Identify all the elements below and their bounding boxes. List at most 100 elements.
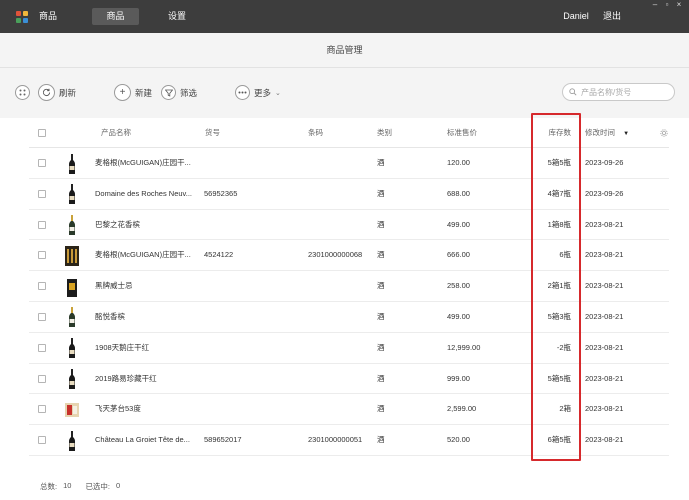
column-settings-icon[interactable] bbox=[660, 118, 668, 148]
filter-label: 筛选 bbox=[180, 87, 198, 98]
cell-price: 999.00 bbox=[447, 373, 470, 383]
cell-modified: 2023-08-21 bbox=[585, 404, 624, 414]
cell-stock: 6瓶 bbox=[559, 250, 571, 260]
cell-sku bbox=[204, 210, 299, 241]
logout-link[interactable]: 退出 bbox=[600, 8, 624, 25]
minimize-icon[interactable]: – bbox=[649, 0, 661, 10]
header-stock[interactable]: 库存数 bbox=[529, 118, 572, 148]
cell-sku bbox=[204, 333, 299, 364]
more-icon bbox=[235, 85, 250, 100]
refresh-button[interactable]: 刷新 bbox=[38, 83, 76, 102]
header-name[interactable]: 产品名称 bbox=[101, 118, 131, 148]
total-count: 10 bbox=[63, 481, 72, 490]
table-row[interactable]: 巴黎之花香槟 酒 499.00 1箱8瓶 2023-08-21 bbox=[29, 210, 669, 241]
table-row[interactable]: 1908天鹅庄干红 酒 12,999.00 -2瓶 2023-08-21 bbox=[29, 333, 669, 364]
header-modified[interactable]: 修改时间 ▼ bbox=[585, 118, 629, 148]
grid-icon bbox=[15, 85, 30, 100]
more-button[interactable]: 更多 ⌄ bbox=[235, 83, 281, 102]
product-thumbnail bbox=[65, 430, 79, 451]
row-checkbox[interactable] bbox=[38, 374, 46, 383]
filter-button[interactable]: 筛选 bbox=[161, 83, 197, 102]
cell-name: 2019路易珍藏干红 bbox=[95, 373, 157, 383]
cell-category: 酒 bbox=[377, 281, 385, 291]
cell-barcode: 2301000000068 bbox=[308, 250, 363, 260]
cell-sku: 4524122 bbox=[204, 250, 234, 260]
cell-category: 酒 bbox=[377, 435, 385, 445]
cell-category: 酒 bbox=[377, 158, 385, 167]
table-row[interactable]: Domaine des Roches Neuv... 56952365 酒 688.0… bbox=[29, 179, 669, 210]
row-checkbox[interactable] bbox=[38, 343, 46, 352]
cell-sku bbox=[204, 271, 299, 302]
cell-modified: 2023-08-21 bbox=[585, 435, 624, 445]
cell-barcode bbox=[308, 271, 372, 302]
cell-barcode bbox=[308, 148, 372, 179]
search-box[interactable] bbox=[562, 83, 675, 101]
product-thumbnail bbox=[65, 338, 79, 359]
cell-barcode: 2301000000051 bbox=[308, 435, 363, 445]
header-sku[interactable]: 货号 bbox=[205, 118, 220, 148]
new-button[interactable]: + 新建 bbox=[114, 83, 152, 102]
cell-stock: 6箱5瓶 bbox=[547, 435, 571, 445]
row-checkbox[interactable] bbox=[38, 220, 46, 229]
table-row[interactable]: 麦格根(McGUIGAN)庄园干... 4524122 2301000000068 酒… bbox=[29, 240, 669, 272]
app-logo-icon[interactable] bbox=[16, 11, 28, 23]
product-thumbnail bbox=[65, 369, 79, 390]
grid-view-button[interactable] bbox=[15, 83, 30, 102]
selected-label: 已选中: bbox=[85, 482, 111, 491]
top-nav-bar: 商品 商品 设置 Daniel 退出 – ▫ × bbox=[0, 0, 689, 33]
row-checkbox[interactable] bbox=[38, 251, 46, 260]
header-category[interactable]: 类别 bbox=[377, 118, 392, 148]
cell-category: 酒 bbox=[377, 188, 385, 198]
nav-item-products-home[interactable]: 商品 bbox=[36, 8, 60, 25]
nav-item-settings[interactable]: 设置 bbox=[163, 8, 191, 25]
cell-name: 巴黎之花香槟 bbox=[95, 219, 140, 229]
product-thumbnail bbox=[65, 399, 79, 420]
close-icon[interactable]: × bbox=[673, 0, 685, 10]
cell-modified: 2023-08-21 bbox=[585, 373, 624, 383]
cell-category: 酒 bbox=[377, 373, 385, 383]
toolbar: 刷新 + 新建 筛选 更多 ⌄ bbox=[0, 68, 689, 118]
cell-category: 酒 bbox=[377, 219, 385, 229]
selected-count: 0 bbox=[116, 481, 121, 490]
table-row[interactable]: 麦格根(McGUIGAN)庄园干... 酒 120.00 5箱5瓶 2023-09-26 bbox=[29, 148, 669, 179]
refresh-label: 刷新 bbox=[59, 87, 77, 98]
table-row[interactable]: 飞天茅台53度 酒 2,599.00 2箱 2023-08-21 bbox=[29, 394, 669, 426]
select-all-checkbox[interactable] bbox=[38, 129, 46, 137]
row-checkbox[interactable] bbox=[38, 159, 46, 167]
product-thumbnail bbox=[65, 153, 79, 174]
cell-sku bbox=[204, 364, 299, 395]
row-checkbox[interactable] bbox=[38, 189, 46, 198]
table-row[interactable]: 黑牌威士忌 酒 258.00 2箱1瓶 2023-08-21 bbox=[29, 271, 669, 302]
cell-name: 黑牌威士忌 bbox=[95, 281, 133, 291]
row-checkbox[interactable] bbox=[38, 405, 46, 414]
cell-stock: 5箱3瓶 bbox=[547, 311, 571, 321]
header-price[interactable]: 标准售价 bbox=[447, 118, 477, 148]
product-thumbnail bbox=[65, 184, 79, 205]
row-checkbox[interactable] bbox=[38, 312, 46, 321]
row-checkbox[interactable] bbox=[38, 436, 46, 445]
maximize-icon[interactable]: ▫ bbox=[661, 0, 673, 10]
row-checkbox[interactable] bbox=[38, 282, 46, 291]
cell-stock: 2箱1瓶 bbox=[547, 281, 571, 291]
nav-item-products[interactable]: 商品 bbox=[92, 8, 139, 25]
table-row[interactable]: Château La Groiet Tête de... 589652017 230… bbox=[29, 425, 669, 456]
cell-modified: 2023-08-21 bbox=[585, 281, 624, 291]
cell-price: 12,999.00 bbox=[447, 342, 481, 352]
product-thumbnail bbox=[65, 245, 79, 266]
table-row[interactable]: 酩悦香槟 酒 499.00 5箱3瓶 2023-08-21 bbox=[29, 302, 669, 333]
cell-barcode bbox=[308, 364, 372, 395]
cell-barcode bbox=[308, 333, 372, 364]
header-barcode[interactable]: 条码 bbox=[308, 118, 323, 148]
cell-category: 酒 bbox=[377, 404, 385, 414]
user-name[interactable]: Daniel bbox=[560, 8, 592, 25]
search-input[interactable] bbox=[581, 87, 671, 97]
chevron-down-icon: ⌄ bbox=[275, 89, 281, 97]
cell-sku bbox=[204, 394, 299, 425]
cell-category: 酒 bbox=[377, 342, 385, 352]
filter-icon bbox=[161, 85, 176, 100]
more-label: 更多 bbox=[254, 87, 272, 98]
table-row[interactable]: 2019路易珍藏干红 酒 999.00 5箱5瓶 2023-08-21 bbox=[29, 364, 669, 395]
page-title: 商品管理 bbox=[0, 33, 689, 68]
cell-name: Domaine des Roches Neuv... bbox=[95, 188, 192, 198]
cell-price: 499.00 bbox=[447, 219, 470, 229]
